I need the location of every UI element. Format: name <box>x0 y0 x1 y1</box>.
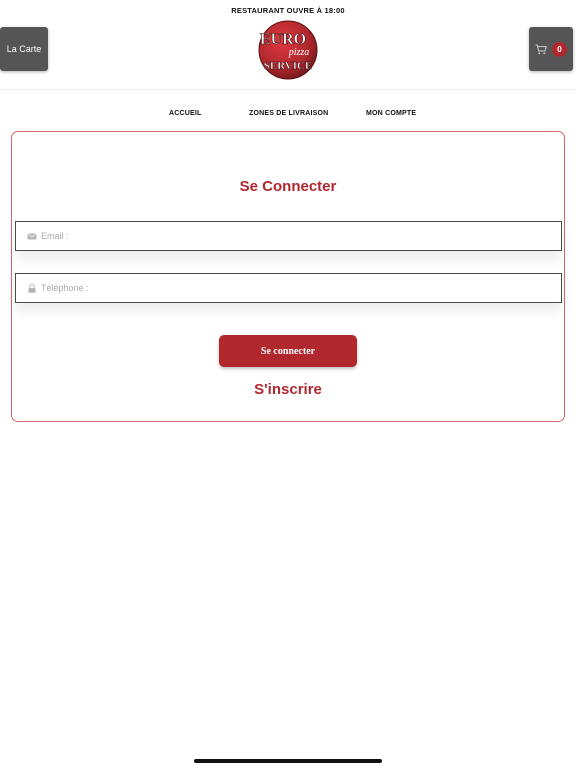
logo-image: EURO pizza SERVICE <box>258 20 318 80</box>
logo-text-pizza: pizza <box>288 47 310 58</box>
home-indicator[interactable] <box>194 759 382 763</box>
cart-count-badge: 0 <box>552 41 567 57</box>
login-card: Se Connecter Se connecter S'inscrire <box>11 131 565 422</box>
phone-input[interactable] <box>41 283 561 293</box>
login-title: Se Connecter <box>239 178 337 195</box>
phone-field[interactable] <box>15 273 562 303</box>
nav-item-mon-compte[interactable]: MON COMPTE <box>366 110 416 117</box>
email-input[interactable] <box>41 231 561 241</box>
cart-icon <box>535 44 547 54</box>
cart-button[interactable]: 0 <box>529 27 573 71</box>
email-field[interactable] <box>15 221 562 251</box>
main-nav: ACCUEIL ZONES DE LIVRAISON MON COMPTE <box>0 110 576 122</box>
logo[interactable]: EURO pizza SERVICE <box>257 20 319 80</box>
logo-text-service: SERVICE <box>264 60 313 72</box>
lock-icon <box>28 283 36 293</box>
header: RESTAURANT OUVRE À 18:00 La Carte EURO p… <box>0 0 576 90</box>
register-link[interactable]: S'inscrire <box>12 381 564 398</box>
logo-text-euro: EURO <box>260 31 306 48</box>
envelope-icon <box>27 233 37 239</box>
status-banner: RESTAURANT OUVRE À 18:00 <box>231 6 345 15</box>
menu-button[interactable]: La Carte <box>0 27 48 71</box>
nav-item-zones-de-livraison[interactable]: ZONES DE LIVRAISON <box>249 110 328 117</box>
nav-item-accueil[interactable]: ACCUEIL <box>169 110 202 117</box>
login-submit-button[interactable]: Se connecter <box>219 335 357 367</box>
